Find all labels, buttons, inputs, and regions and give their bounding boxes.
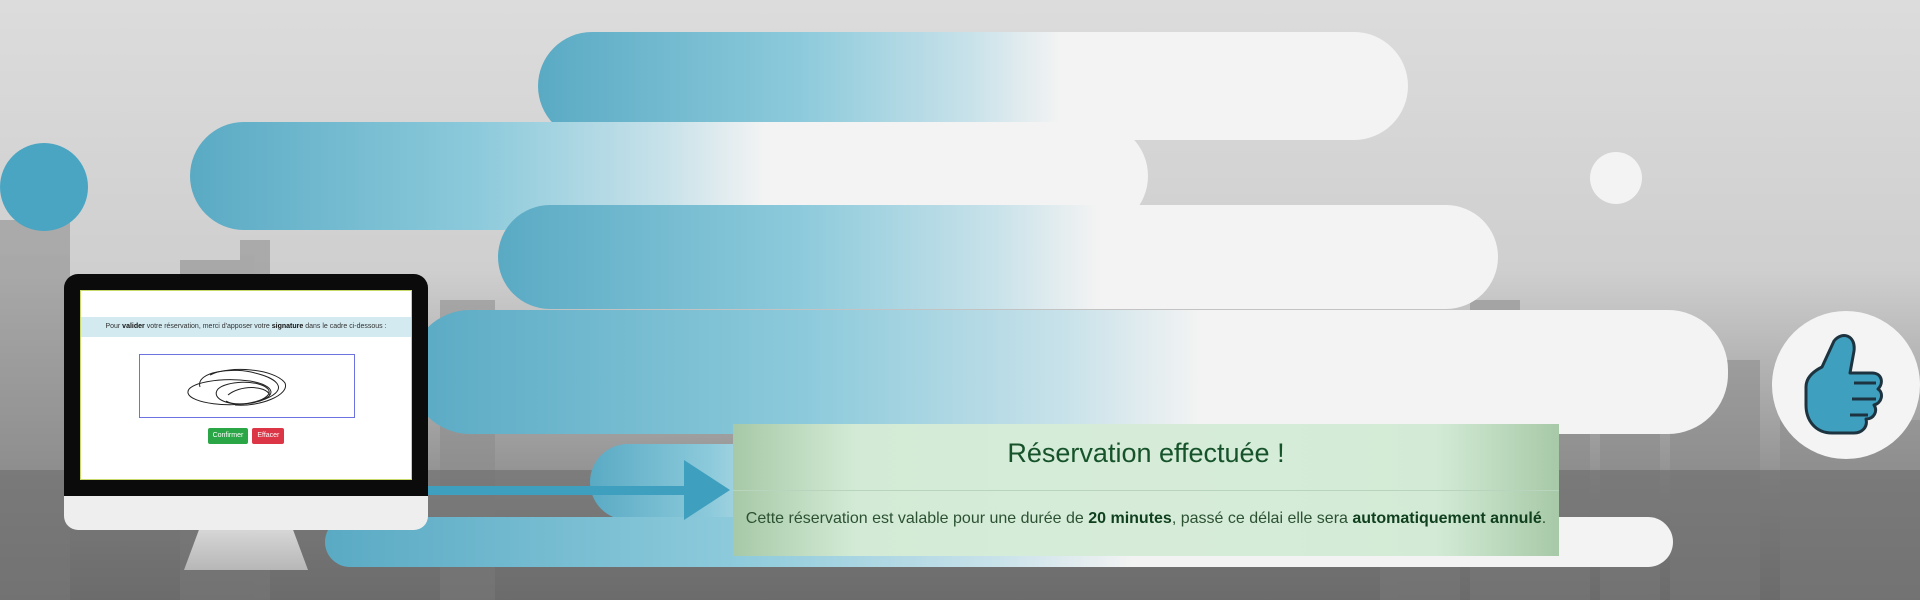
thumbs-up-icon xyxy=(1804,334,1883,435)
signature-pad[interactable] xyxy=(139,354,355,418)
arrow-right-icon xyxy=(428,486,690,495)
clear-button[interactable]: Effacer xyxy=(252,428,285,444)
confirm-button[interactable]: Confirmer xyxy=(207,428,249,444)
signature-screen: Pour valider votre réservation, merci d'… xyxy=(80,290,412,480)
signature-scribble xyxy=(187,368,286,406)
instruction-emphasis: signature xyxy=(271,323,304,330)
success-badge xyxy=(1772,311,1920,459)
decorative-stripe xyxy=(410,310,1728,434)
monitor-bezel: Pour valider votre réservation, merci d'… xyxy=(64,274,428,496)
instruction-text: dans le cadre ci-dessous : xyxy=(303,323,387,330)
signature-actions: Confirmer Effacer xyxy=(81,428,411,444)
instruction-text: Pour xyxy=(105,323,123,330)
monitor-chin xyxy=(64,496,428,530)
message-emphasis: automatiquement annulé xyxy=(1352,510,1542,527)
divider xyxy=(733,490,1559,491)
message-text: , passé ce délai elle sera xyxy=(1171,510,1353,527)
confirmation-message: Cette réservation est valable pour une d… xyxy=(733,510,1559,528)
message-emphasis: 20 minutes xyxy=(1088,510,1172,527)
message-text: Cette réservation est valable pour une d… xyxy=(745,510,1089,527)
decorative-stripe xyxy=(498,205,1498,309)
decorative-circle xyxy=(0,143,88,231)
message-text: . xyxy=(1541,510,1547,527)
monitor-illustration: Pour valider votre réservation, merci d'… xyxy=(64,274,428,570)
monitor-stand xyxy=(184,530,308,570)
decorative-circle xyxy=(1590,152,1642,204)
instruction-text: votre réservation, merci d'apposer votre xyxy=(144,323,272,330)
instruction-emphasis: valider xyxy=(122,323,145,330)
signature-instruction: Pour valider votre réservation, merci d'… xyxy=(81,317,411,337)
confirmation-title: Réservation effectuée ! xyxy=(1007,438,1285,468)
reservation-confirmation-card: Réservation effectuée ! Cette réservatio… xyxy=(733,424,1559,556)
